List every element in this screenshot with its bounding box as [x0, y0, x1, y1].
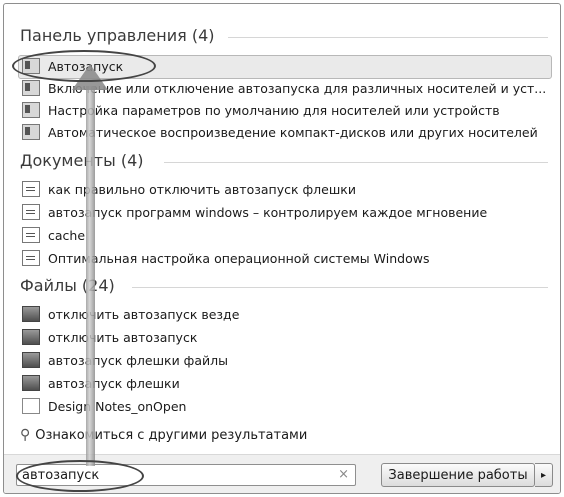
file-item[interactable]: автозапуск флешки файлы: [22, 350, 228, 370]
item-label: Оптимальная настройка операционной систе…: [48, 250, 430, 266]
item-label: отключить автозапуск: [48, 329, 198, 345]
item-label: автозапуск флешки файлы: [48, 352, 229, 368]
section-header-control-panel: Панель управления (4): [20, 26, 215, 45]
document-icon: [22, 250, 40, 266]
file-item[interactable]: отключить автозапуск везде: [22, 304, 239, 324]
section-header-files: Файлы (24): [20, 276, 115, 295]
control-panel-icon: [22, 102, 40, 118]
shutdown-options-button[interactable]: ▸: [535, 463, 553, 487]
annotation-ellipse-result: [12, 50, 156, 82]
item-label: автозапуск программ windows – контролиру…: [48, 204, 488, 220]
see-more-results-link[interactable]: ⚲ Ознакомиться с другими результатами: [20, 427, 307, 443]
file-item[interactable]: Design Notes_onOpen: [22, 396, 186, 416]
document-item[interactable]: Оптимальная настройка операционной систе…: [22, 248, 429, 268]
shutdown-button[interactable]: Завершение работы: [381, 463, 535, 487]
item-label: Включение или отключение автозапуска для…: [48, 80, 547, 96]
item-label: отключить автозапуск везде: [48, 306, 240, 322]
annotation-ellipse-search: [16, 460, 144, 492]
section-divider: [164, 162, 548, 163]
control-panel-icon: [22, 80, 40, 96]
more-results-label: Ознакомиться с другими результатами: [35, 427, 308, 443]
image-file-icon: [22, 329, 40, 345]
annotation-arrow-shaft: [86, 86, 95, 466]
document-item[interactable]: как правильно отключить автозапуск флешк…: [22, 179, 356, 199]
shutdown-label: Завершение работы: [388, 467, 528, 483]
document-icon: [22, 204, 40, 220]
item-label: Design Notes_onOpen: [48, 398, 187, 414]
document-item[interactable]: cache: [22, 225, 85, 245]
item-label: автозапуск флешки: [48, 375, 180, 391]
document-icon: [22, 181, 40, 197]
item-label: Настройка параметров по умолчанию для но…: [48, 102, 500, 118]
search-icon: ⚲: [20, 427, 31, 443]
section-divider: [132, 287, 548, 288]
image-file-icon: [22, 352, 40, 368]
start-menu-search-results: Панель управления (4) Автозапуск Включен…: [3, 3, 561, 494]
clear-search-icon[interactable]: ×: [338, 467, 349, 482]
item-label: cache: [48, 227, 86, 243]
image-file-icon: [22, 375, 40, 391]
control-panel-icon: [22, 124, 40, 140]
section-divider: [228, 37, 548, 38]
section-header-documents: Документы (4): [20, 151, 144, 170]
file-item[interactable]: отключить автозапуск: [22, 327, 197, 347]
chevron-right-icon: ▸: [540, 469, 547, 481]
image-file-icon: [22, 306, 40, 322]
item-label: Автоматическое воспроизведение компакт-д…: [48, 124, 538, 140]
document-icon: [22, 227, 40, 243]
file-item[interactable]: автозапуск флешки: [22, 373, 180, 393]
blank-file-icon: [22, 398, 40, 414]
control-panel-item-autoplay-cd[interactable]: Автоматическое воспроизведение компакт-д…: [22, 122, 538, 142]
